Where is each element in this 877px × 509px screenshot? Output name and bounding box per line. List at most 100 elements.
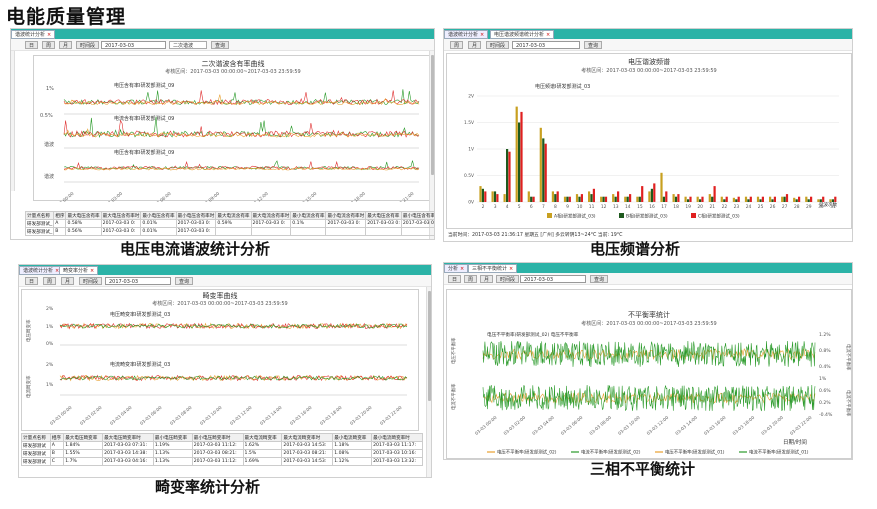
bar[interactable] <box>520 111 523 202</box>
bar[interactable] <box>506 149 509 202</box>
table-header-cell[interactable]: 最小电压畸变率 <box>152 433 193 442</box>
bar[interactable] <box>689 196 692 202</box>
bar[interactable] <box>515 106 518 202</box>
bar[interactable] <box>817 199 820 202</box>
tab-harmonic-stats[interactable]: 谐波统计分析 × <box>19 266 64 275</box>
table-header-cell[interactable]: 相序 <box>53 211 67 220</box>
date-input[interactable]: 2017-03-03 <box>520 275 586 283</box>
bar[interactable] <box>600 196 603 202</box>
bar[interactable] <box>805 196 808 202</box>
legend-a[interactable]: A相(研发部测试_03) <box>554 213 596 220</box>
bar[interactable] <box>479 186 482 202</box>
table-row[interactable]: 研发部测试_ A 0.58% 2017-03-03 0: 0.01% 2017-03-03… <box>24 219 434 228</box>
table-header-cell[interactable]: 最大电压含有率时 <box>100 211 142 220</box>
bar[interactable] <box>744 196 748 202</box>
week-button[interactable]: 周 <box>42 41 56 49</box>
bar[interactable] <box>566 196 569 202</box>
week-button[interactable]: 周 <box>464 275 478 283</box>
bar[interactable] <box>711 196 714 202</box>
bar[interactable] <box>672 194 675 202</box>
bar[interactable] <box>614 196 617 202</box>
scrollbar-thumb[interactable] <box>431 55 434 175</box>
bar[interactable] <box>539 127 542 202</box>
bar[interactable] <box>542 138 545 202</box>
bar[interactable] <box>769 196 772 202</box>
bar[interactable] <box>496 194 499 202</box>
period-button[interactable]: 时间段 <box>79 277 103 285</box>
bar[interactable] <box>578 196 581 202</box>
month-button[interactable]: 月 <box>468 41 482 49</box>
query-button[interactable]: 查询 <box>175 277 194 285</box>
bar[interactable] <box>662 196 665 202</box>
bar[interactable] <box>749 196 752 202</box>
bar[interactable] <box>638 196 641 202</box>
table-header-cell[interactable]: 计量点名称 <box>24 211 55 220</box>
week-button[interactable]: 周 <box>43 277 57 285</box>
table-header-cell[interactable]: 最小电流含有率 <box>290 211 327 220</box>
bar[interactable] <box>810 196 813 202</box>
bar[interactable] <box>807 199 810 202</box>
bar[interactable] <box>701 196 704 202</box>
close-icon[interactable]: × <box>90 268 94 274</box>
bar[interactable] <box>687 199 690 202</box>
table-header-cell[interactable]: 最大电压含有率 <box>365 211 402 220</box>
bar[interactable] <box>684 196 687 202</box>
bar[interactable] <box>518 122 521 203</box>
harmonic-select[interactable]: 二次谐波 <box>169 41 207 49</box>
table-header-cell[interactable]: 最大电压畸变率 <box>63 433 104 442</box>
bar[interactable] <box>653 183 656 202</box>
table-header-cell[interactable]: 相序 <box>49 433 65 442</box>
bar[interactable] <box>590 194 593 202</box>
bar[interactable] <box>592 188 595 203</box>
bar[interactable] <box>648 191 651 202</box>
query-button[interactable]: 查询 <box>211 41 230 49</box>
month-button[interactable]: 月 <box>59 41 73 49</box>
legend-b[interactable]: B相(研发部测试_03) <box>626 213 668 220</box>
bar[interactable] <box>785 194 789 202</box>
table-header-cell[interactable]: 最大电流畸变率 <box>242 433 283 442</box>
close-icon[interactable]: × <box>460 266 464 272</box>
bar[interactable] <box>641 186 644 202</box>
table-row[interactable]: 研发部测试 C 1.7% 2017-03-03 04:16: 1.13% 2017-03-… <box>21 457 423 466</box>
tab-unbalance[interactable]: 三相不平衡统计 × <box>468 264 518 273</box>
table-header-cell[interactable]: 最大电流畸变率时 <box>281 433 334 442</box>
bar[interactable] <box>532 196 535 202</box>
bar[interactable] <box>556 191 559 202</box>
table-header-cell[interactable]: 最小电压含有率 <box>400 211 434 220</box>
table-header-cell[interactable]: 最小电压畸变率时 <box>191 433 244 442</box>
bar[interactable] <box>771 199 774 202</box>
bar[interactable] <box>544 143 547 202</box>
bar[interactable] <box>484 191 487 202</box>
month-button[interactable]: 月 <box>61 277 75 285</box>
bar[interactable] <box>696 196 699 202</box>
bar[interactable] <box>493 191 497 202</box>
bar[interactable] <box>588 191 591 202</box>
close-icon[interactable]: × <box>47 32 51 38</box>
bar[interactable] <box>829 199 832 202</box>
vertical-scrollbar[interactable] <box>426 287 431 477</box>
bar[interactable] <box>725 196 728 202</box>
tab-harmonic-stats[interactable]: 谐波统计分析 × <box>11 30 56 39</box>
bar[interactable] <box>732 197 735 202</box>
bar[interactable] <box>713 186 716 202</box>
bar[interactable] <box>759 199 762 202</box>
date-input[interactable]: 2017-03-03 <box>512 41 580 49</box>
left-collapse-strip[interactable] <box>11 51 15 191</box>
bar[interactable] <box>650 188 653 203</box>
legend-c[interactable]: C相(研发部测试_03) <box>698 213 740 220</box>
bar[interactable] <box>665 191 668 202</box>
legend-label[interactable]: 电压不平衡率(研发部测试_02) <box>497 449 557 456</box>
bar[interactable] <box>781 196 784 202</box>
bar[interactable] <box>580 194 583 202</box>
bar[interactable] <box>612 194 615 202</box>
bar[interactable] <box>602 196 605 202</box>
bar[interactable] <box>795 199 798 202</box>
table-row[interactable]: 研发部测试 A 1.84% 2017-03-03 07:31: 1.19% 2017-03… <box>21 441 423 450</box>
table-header-cell[interactable]: 最小电流畸变率 <box>332 433 373 442</box>
bar[interactable] <box>756 196 760 202</box>
table-row[interactable]: 研发部测试_ B 0.56% 2017-03-03 0: 0.01% 2017-03-03… <box>24 227 434 236</box>
bar[interactable] <box>491 191 494 202</box>
tab-harmonic-stats[interactable]: 谐波统计分析 × <box>444 30 489 39</box>
table-header-cell[interactable]: 最大电压含有率 <box>65 211 102 220</box>
query-button[interactable]: 查询 <box>584 41 603 49</box>
